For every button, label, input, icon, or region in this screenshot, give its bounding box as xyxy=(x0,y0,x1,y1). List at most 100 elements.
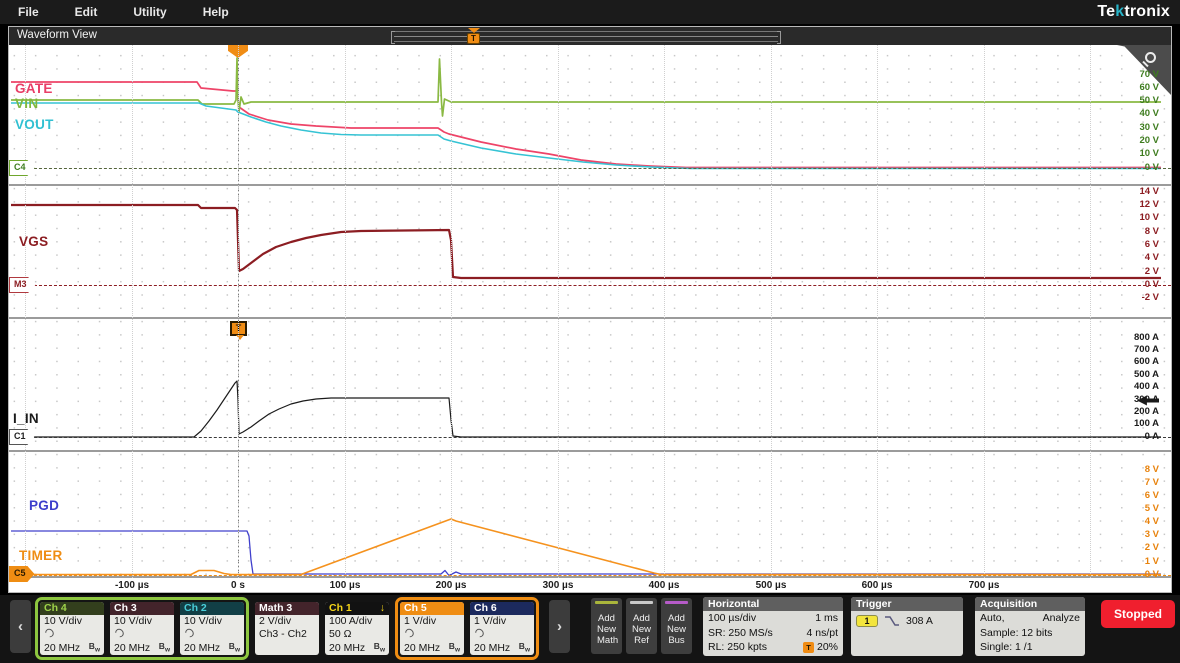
iin-scale-tick: 0 A xyxy=(1145,431,1159,442)
trigger-source-badge: 1 xyxy=(856,615,878,627)
iin-scale-tick: 200 A xyxy=(1134,406,1159,417)
trigger-position-marker[interactable]: T xyxy=(467,28,480,44)
channel-badge-label: Ch 5 xyxy=(404,602,427,615)
menu-item-file[interactable]: File xyxy=(0,5,57,19)
trace-vgs xyxy=(11,205,1161,278)
iin-scale-tick: 400 A xyxy=(1134,381,1159,392)
gate-vin-vout-scale-tick: 50 V xyxy=(1139,95,1159,106)
clipping-arrow-icon: ↓ xyxy=(380,602,385,615)
bandwidth-value: 20 MHz xyxy=(404,642,440,655)
channel-badge-math3[interactable]: Math 32 V/divCh3 - Ch2 xyxy=(255,602,319,655)
run-stop-status-button[interactable]: Stopped xyxy=(1101,600,1175,628)
grid-vline xyxy=(984,45,985,578)
pgd-timer-scale-tick: 0 V xyxy=(1145,569,1159,580)
channel-badge-label: Ch 1 xyxy=(329,602,352,615)
trigger-position-mini-icon: T xyxy=(803,642,814,653)
channel-badge-header: Math 3 xyxy=(255,602,319,615)
time-axis-label: 400 µs xyxy=(634,580,694,591)
channel-badge-setting: 2 V/div xyxy=(255,615,319,628)
channel-badge-ch3[interactable]: Ch 310 V/div20 MHzBw xyxy=(110,602,174,655)
gate-vin-vout-scale-tick: 30 V xyxy=(1139,122,1159,133)
vgs-scale-tick: 12 V xyxy=(1139,199,1159,210)
vgs-scale-tick: 6 V xyxy=(1145,239,1159,250)
bandwidth-limit-icon: Bw xyxy=(89,640,100,655)
settings-bar: ‹ Ch 410 V/div20 MHzBwCh 310 V/div20 MHz… xyxy=(0,595,1180,663)
scroll-badges-right-button[interactable]: › xyxy=(549,600,570,653)
horizontal-window: 1 ms xyxy=(815,611,838,626)
acquisition-panel[interactable]: Acquisition Auto,Analyze Sample: 12 bits… xyxy=(975,597,1085,656)
grid-vline xyxy=(345,45,346,578)
add-new-bus-button[interactable]: AddNewBus xyxy=(661,598,692,654)
logo-text: Te xyxy=(1097,3,1115,20)
channel-badge-ch6[interactable]: Ch 61 V/div20 MHzBw xyxy=(470,602,534,655)
iin-scale-tick: 100 A xyxy=(1134,418,1159,429)
channel-badge-label: Ch 6 xyxy=(474,602,497,615)
pgd-timer-scale-tick: 8 V xyxy=(1145,464,1159,475)
scroll-badges-left-button[interactable]: ‹ xyxy=(10,600,31,653)
zero-reference-line xyxy=(9,437,1171,438)
waveform-traces xyxy=(9,45,1171,578)
channel-badge-setting: Ch3 - Ch2 xyxy=(255,628,319,641)
probe-row xyxy=(40,628,104,641)
probe-icon xyxy=(183,626,195,638)
horizontal-position-scrollbar[interactable]: T xyxy=(394,31,778,42)
acquisition-panel-title: Acquisition xyxy=(975,597,1085,611)
grid-vline xyxy=(664,45,665,578)
bandwidth-value: 20 MHz xyxy=(329,642,365,655)
time-axis-label: 0 s xyxy=(208,580,268,591)
add-new-math-button[interactable]: AddNewMath xyxy=(591,598,622,654)
vgs-scale-tick: 0 V xyxy=(1145,279,1159,290)
bandwidth-limit-icon: Bw xyxy=(159,640,170,655)
channel-badge-label: Ch 4 xyxy=(44,602,67,615)
probe-icon xyxy=(403,626,415,638)
channel-badge-ch1[interactable]: Ch 1↓100 A/div50 Ω20 MHzBw xyxy=(325,602,389,655)
time-axis-label: 700 µs xyxy=(954,580,1014,591)
trigger-panel[interactable]: Trigger 1 308 A xyxy=(851,597,963,656)
ref-stripe-icon xyxy=(630,601,653,604)
horizontal-panel-title: Horizontal xyxy=(703,597,843,611)
channel-badge-ch2[interactable]: Ch 210 V/div20 MHzBw xyxy=(180,602,244,655)
probe-icon xyxy=(113,626,125,638)
channel-single: Math 32 V/divCh3 - Ch2 xyxy=(255,602,319,655)
channel-badge-ch5[interactable]: Ch 51 V/div20 MHzBw xyxy=(400,602,464,655)
trace-vin xyxy=(11,58,1161,116)
trigger-position-pin-icon: T xyxy=(467,33,480,44)
time-axis-label: 500 µs xyxy=(741,580,801,591)
tab-waveform-view[interactable]: Waveform View xyxy=(17,29,97,41)
channel-badge-setting: 50 Ω xyxy=(325,628,389,641)
iin-scale-tick: 700 A xyxy=(1134,344,1159,355)
trigger-panel-title: Trigger xyxy=(851,597,963,611)
graticule-area[interactable]: T 70 V60 V50 V40 V30 V20 V10 V0 V14 V12 … xyxy=(9,45,1171,592)
channel-badge-setting: 10 V/div xyxy=(110,615,174,628)
waveform-view-header: Waveform View T xyxy=(9,27,1171,45)
channel-group: Ch 51 V/div20 MHzBwCh 61 V/div20 MHzBw xyxy=(395,597,539,660)
time-axis-label: 300 µs xyxy=(528,580,588,591)
channel-badge-ch4[interactable]: Ch 410 V/div20 MHzBw xyxy=(40,602,104,655)
zero-reference-line xyxy=(9,285,1171,286)
pgd-timer-scale-tick: 2 V xyxy=(1145,542,1159,553)
pgd-timer-scale-tick: 1 V xyxy=(1145,556,1159,567)
vgs-scale-tick: -2 V xyxy=(1142,292,1159,303)
grid-vline xyxy=(877,45,878,578)
waveform-label-vin: VIN xyxy=(15,96,38,111)
channel-badge-setting: 10 V/div xyxy=(180,615,244,628)
menu-item-edit[interactable]: Edit xyxy=(57,5,116,19)
horizontal-panel[interactable]: Horizontal 100 µs/div1 ms SR: 250 MS/s4 … xyxy=(703,597,843,656)
gate-vin-vout-scale-tick: 40 V xyxy=(1139,108,1159,119)
add-new-ref-button[interactable]: AddNewRef xyxy=(626,598,657,654)
logo-text-2: tronix xyxy=(1124,3,1170,20)
channel-badge-label: Ch 2 xyxy=(184,602,207,615)
menu-item-help[interactable]: Help xyxy=(185,5,247,19)
probe-row xyxy=(470,628,534,641)
vgs-scale-tick: 10 V xyxy=(1139,212,1159,223)
menu-item-utility[interactable]: Utility xyxy=(115,5,184,19)
iin-scale-tick: 600 A xyxy=(1134,356,1159,367)
trigger-level-value: 308 A xyxy=(906,614,933,629)
probe-icon xyxy=(43,626,55,638)
channel-badge-rail: Ch 410 V/div20 MHzBwCh 310 V/div20 MHzBw… xyxy=(35,597,539,660)
scrollbar-track-line xyxy=(394,36,778,37)
waveform-view-panel: Waveform View T T 70 V60 V50 V40 V30 V20… xyxy=(8,26,1172,593)
waveform-label-pgd: PGD xyxy=(29,498,59,513)
acquisition-mode: Auto, xyxy=(980,611,1005,626)
probe-row xyxy=(400,628,464,641)
